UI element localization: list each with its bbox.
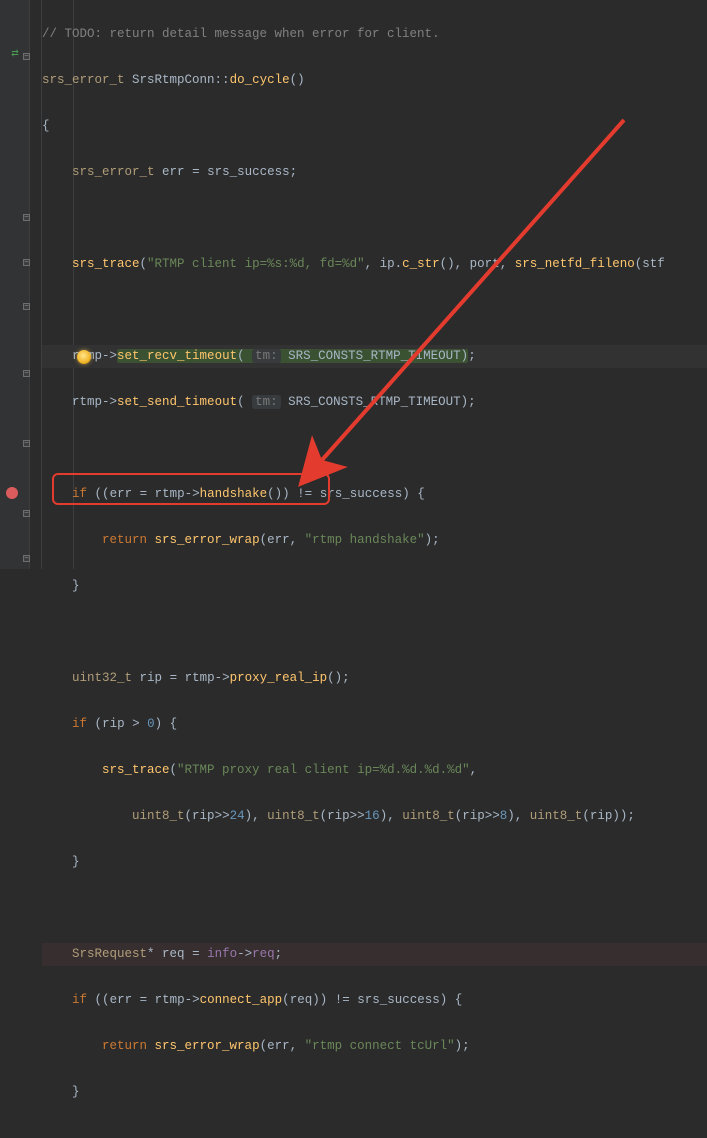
fold-toggle[interactable]: −: [23, 510, 30, 517]
code-line: }: [42, 575, 707, 598]
fold-toggle[interactable]: −: [23, 555, 30, 562]
code-line: }: [42, 851, 707, 874]
code-line: // TODO: return detail message when erro…: [42, 23, 707, 46]
code-line: [42, 621, 707, 644]
code-line-highlighted: SrsRequest* req = info->req;: [42, 943, 707, 966]
editor-gutter: ⇄ − − − − − − − −: [0, 0, 30, 569]
fold-toggle[interactable]: −: [23, 370, 30, 377]
fold-toggle[interactable]: −: [23, 53, 30, 60]
comment: // TODO: return detail message when erro…: [42, 27, 440, 41]
code-line: if ((err = rtmp->handshake()) != srs_suc…: [42, 483, 707, 506]
code-line: [42, 207, 707, 230]
param-hint: tm:: [252, 349, 281, 363]
code-line: return srs_error_wrap(err, "rtmp connect…: [42, 1035, 707, 1058]
param-hint: tm:: [252, 395, 281, 409]
code-line-current: rtmp->set_recv_timeout( tm: SRS_CONSTS_R…: [42, 345, 707, 368]
code-line: uint32_t rip = rtmp->proxy_real_ip();: [42, 667, 707, 690]
intention-bulb-icon[interactable]: [77, 350, 91, 364]
code-line: srs_error_t SrsRtmpConn::do_cycle(): [42, 69, 707, 92]
code-line: uint8_t(rip>>24), uint8_t(rip>>16), uint…: [42, 805, 707, 828]
code-line: [42, 437, 707, 460]
code-line: srs_error_t err = srs_success;: [42, 161, 707, 184]
fold-toggle[interactable]: −: [23, 259, 30, 266]
code-line: }: [42, 1081, 707, 1104]
fold-toggle[interactable]: −: [23, 440, 30, 447]
code-line: {: [42, 115, 707, 138]
code-line: [42, 299, 707, 322]
fold-toggle[interactable]: −: [23, 303, 30, 310]
code-line: [42, 897, 707, 920]
fold-toggle[interactable]: −: [23, 214, 30, 221]
code-editor[interactable]: // TODO: return detail message when erro…: [30, 0, 707, 1138]
code-line: if (rip > 0) {: [42, 713, 707, 736]
code-line: srs_trace("RTMP proxy real client ip=%d.…: [42, 759, 707, 782]
code-line: rtmp->set_send_timeout( tm: SRS_CONSTS_R…: [42, 391, 707, 414]
breakpoint-icon[interactable]: [6, 487, 18, 499]
code-line: return srs_error_wrap(err, "rtmp handsha…: [42, 529, 707, 552]
code-line: if ((err = rtmp->connect_app(req)) != sr…: [42, 989, 707, 1012]
code-line: [42, 1127, 707, 1138]
code-line: srs_trace("RTMP client ip=%s:%d, fd=%d",…: [42, 253, 707, 276]
